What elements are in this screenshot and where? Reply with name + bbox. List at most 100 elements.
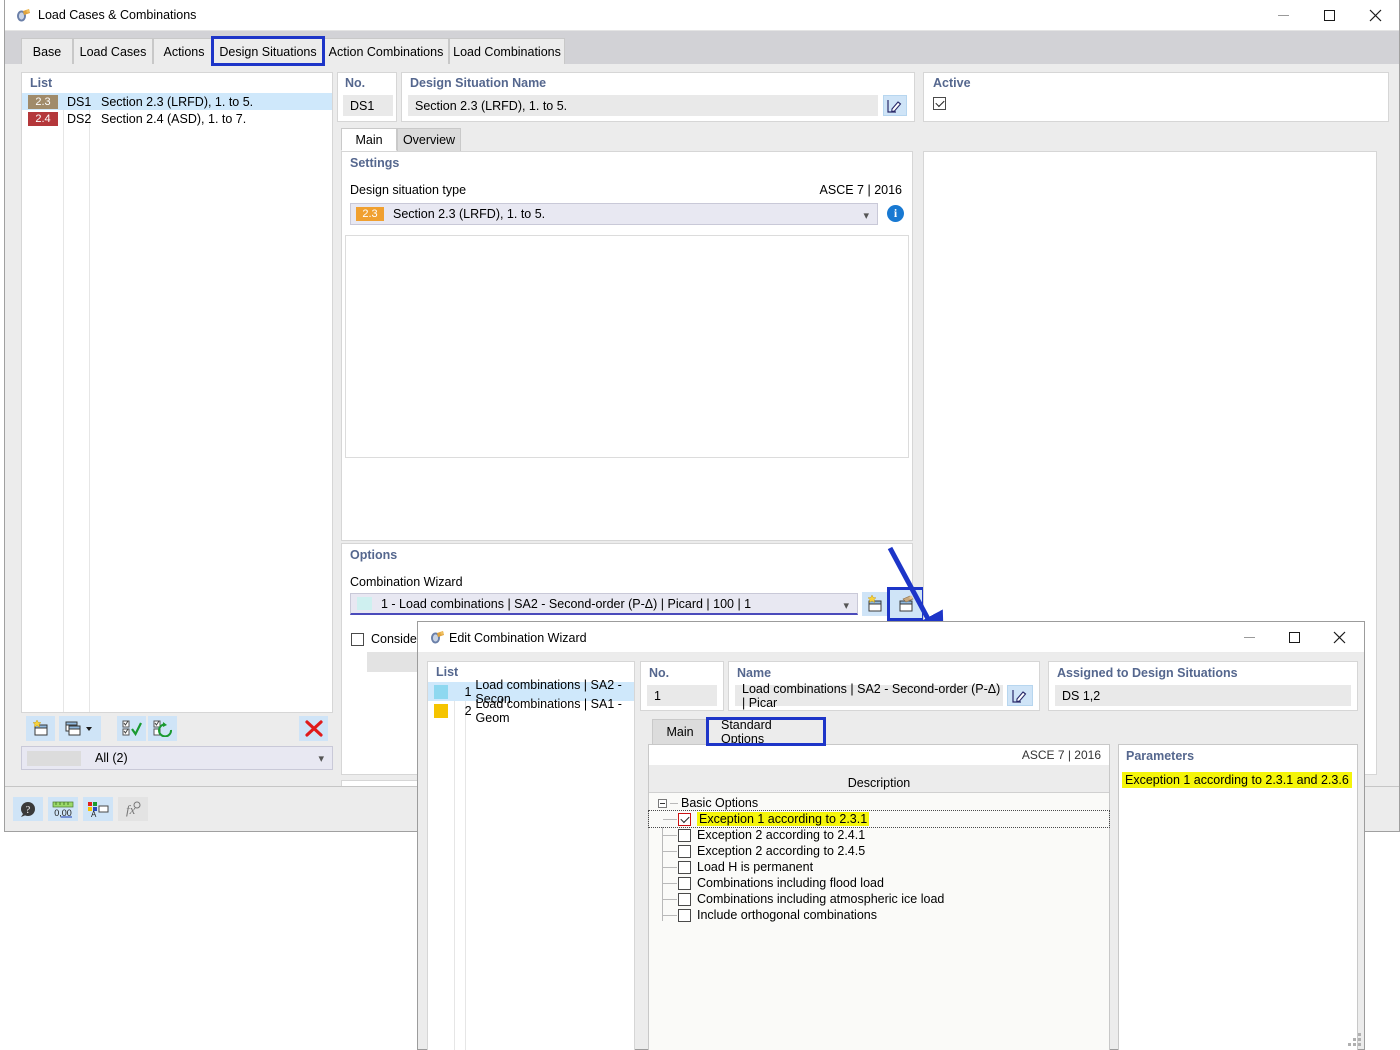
- refresh-selection-button[interactable]: [148, 716, 177, 741]
- edit-wizard-icon: [899, 595, 914, 612]
- tree-item[interactable]: Load H is permanent: [649, 859, 1109, 875]
- svg-text:A: A: [91, 810, 97, 818]
- tree-item[interactable]: Exception 1 according to 2.3.1: [648, 810, 1110, 828]
- option-checkbox[interactable]: [678, 844, 691, 858]
- screenshot-root: Load Cases & Combinations Base Load Case…: [0, 0, 1400, 1050]
- chevron-down-icon: ▾: [843, 600, 849, 612]
- tree-group-basic-options[interactable]: Basic Options: [649, 795, 1109, 811]
- combination-wizard-combo[interactable]: 1 - Load combinations | SA2 - Second-ord…: [350, 593, 858, 615]
- wizard-close-button[interactable]: [1317, 622, 1362, 652]
- table-row[interactable]: 2.3 DS1 Section 2.3 (LRFD), 1. to 5.: [22, 93, 332, 110]
- list-column-divider: [63, 93, 64, 712]
- edit-name-button[interactable]: [883, 95, 907, 116]
- wizard-maximize-button[interactable]: [1272, 622, 1317, 652]
- tab-design-situations-label: Design Situations: [219, 44, 317, 59]
- tree-connector: [663, 915, 677, 916]
- tab-actions[interactable]: Actions: [153, 38, 215, 64]
- options-group-title: Options: [350, 548, 398, 562]
- help-button[interactable]: ?: [13, 797, 43, 821]
- design-situation-name-input[interactable]: Section 2.3 (LRFD), 1. to 5.: [408, 95, 878, 116]
- design-situation-name-label: Design Situation Name: [410, 76, 547, 90]
- settings-empty-area: [345, 235, 909, 458]
- consider-inclusive-exclusive-checkbox[interactable]: [351, 632, 364, 646]
- new-item-button[interactable]: [26, 716, 55, 741]
- active-checkbox[interactable]: [933, 97, 946, 110]
- tree-item-label: Exception 2 according to 2.4.5: [697, 844, 866, 858]
- edit-combination-wizard-button[interactable]: [887, 587, 925, 621]
- collapse-expander-icon[interactable]: [658, 798, 667, 808]
- app-icon: [17, 9, 30, 22]
- option-checkbox[interactable]: [678, 908, 691, 922]
- wizard-edit-name-button[interactable]: [1007, 685, 1033, 706]
- copy-item-button[interactable]: [59, 716, 101, 741]
- wizard-minimize-button[interactable]: [1227, 622, 1272, 652]
- row-code: DS2: [67, 111, 92, 126]
- filter-swatch: [27, 750, 81, 766]
- close-icon: [1333, 631, 1346, 643]
- main-window-title: Load Cases & Combinations: [38, 8, 197, 22]
- list-item[interactable]: 2 Load combinations | SA1 - Geom: [428, 697, 634, 725]
- tree-item[interactable]: Combinations including atmospheric ice l…: [649, 891, 1109, 907]
- wizard-list[interactable]: List 1 Load combinations | SA2 - Secon 2…: [427, 661, 635, 1050]
- list-filter-dropdown[interactable]: All (2) ▾: [21, 746, 333, 770]
- minimize-icon: [1277, 14, 1289, 16]
- info-icon[interactable]: i: [887, 205, 904, 222]
- parameters-header: Parameters: [1126, 749, 1195, 763]
- standard-label: ASCE 7 | 2016: [649, 745, 1109, 765]
- no-value[interactable]: DS1: [343, 95, 393, 116]
- design-situation-type-combo[interactable]: 2.3 Section 2.3 (LRFD), 1. to 5. ▾: [350, 203, 878, 225]
- table-row[interactable]: 2.4 DS2 Section 2.4 (ASD), 1. to 7.: [22, 110, 332, 127]
- parameters-panel: Parameters Exception 1 according to 2.3.…: [1118, 744, 1358, 1050]
- tab-load-combinations[interactable]: Load Combinations: [449, 38, 565, 64]
- wizard-tab-main[interactable]: Main: [652, 719, 708, 744]
- list-header: List: [30, 76, 53, 90]
- tab-main[interactable]: Main: [341, 128, 397, 151]
- description-column-header: Description: [649, 773, 1109, 793]
- option-checkbox[interactable]: [678, 892, 691, 906]
- display-properties-button[interactable]: A: [83, 797, 113, 821]
- select-all-button[interactable]: [117, 716, 146, 741]
- tab-load-cases[interactable]: Load Cases: [73, 38, 153, 64]
- option-checkbox[interactable]: [678, 876, 691, 890]
- tree-item[interactable]: Combinations including flood load: [649, 875, 1109, 891]
- assigned-value[interactable]: DS 1,2: [1055, 685, 1351, 706]
- tab-overview[interactable]: Overview: [397, 128, 461, 151]
- option-checkbox[interactable]: [678, 812, 691, 826]
- tab-main-label: Main: [355, 132, 383, 147]
- tree-item-label: Combinations including flood load: [697, 876, 884, 890]
- tree-item[interactable]: Exception 2 according to 2.4.5: [649, 843, 1109, 859]
- delete-item-button[interactable]: [299, 716, 328, 741]
- tab-action-combinations-label: Action Combinations: [328, 44, 444, 59]
- tree-item[interactable]: Exception 2 according to 2.4.1: [649, 827, 1109, 843]
- row-text: Section 2.3 (LRFD), 1. to 5.: [101, 94, 254, 109]
- wizard-no-value[interactable]: 1: [647, 685, 717, 706]
- option-checkbox[interactable]: [678, 860, 691, 874]
- resize-grip[interactable]: [1347, 1032, 1361, 1046]
- tab-action-combinations[interactable]: Action Combinations: [323, 38, 449, 64]
- close-button[interactable]: [1352, 0, 1398, 30]
- maximize-button[interactable]: [1306, 0, 1352, 30]
- design-situation-type-label: Design situation type: [350, 183, 467, 197]
- row-text: Load combinations | SA1 - Geom: [475, 696, 622, 725]
- tree-item-label: Exception 2 according to 2.4.1: [697, 828, 866, 842]
- wizard-name-input[interactable]: Load combinations | SA2 - Second-order (…: [735, 682, 1003, 710]
- svg-text:?: ?: [26, 805, 31, 816]
- wizard-no-panel: No. 1: [640, 661, 724, 711]
- tab-design-situations[interactable]: Design Situations: [211, 36, 325, 66]
- new-combination-wizard-button[interactable]: [862, 592, 888, 616]
- pencil-edit-icon: [887, 99, 902, 113]
- tab-base[interactable]: Base: [21, 38, 73, 64]
- design-situations-list[interactable]: List 2.3 DS1 Section 2.3 (LRFD), 1. to 5…: [21, 72, 333, 713]
- tree-connector: [663, 835, 677, 836]
- minimize-button[interactable]: [1260, 0, 1306, 30]
- wizard-body: List 1 Load combinations | SA2 - Secon 2…: [418, 653, 1364, 1050]
- active-checkbox-wrap[interactable]: [933, 97, 946, 113]
- tree-connector: [663, 899, 677, 900]
- tree-item[interactable]: Include orthogonal combinations: [649, 907, 1109, 923]
- option-checkbox[interactable]: [678, 828, 691, 842]
- units-button[interactable]: 0,00: [48, 797, 78, 821]
- wizard-title: Edit Combination Wizard: [449, 631, 587, 645]
- wizard-tab-standard-options[interactable]: Standard Options: [706, 717, 826, 746]
- row-number: 2: [464, 703, 472, 718]
- list-column-divider: [465, 682, 466, 1050]
